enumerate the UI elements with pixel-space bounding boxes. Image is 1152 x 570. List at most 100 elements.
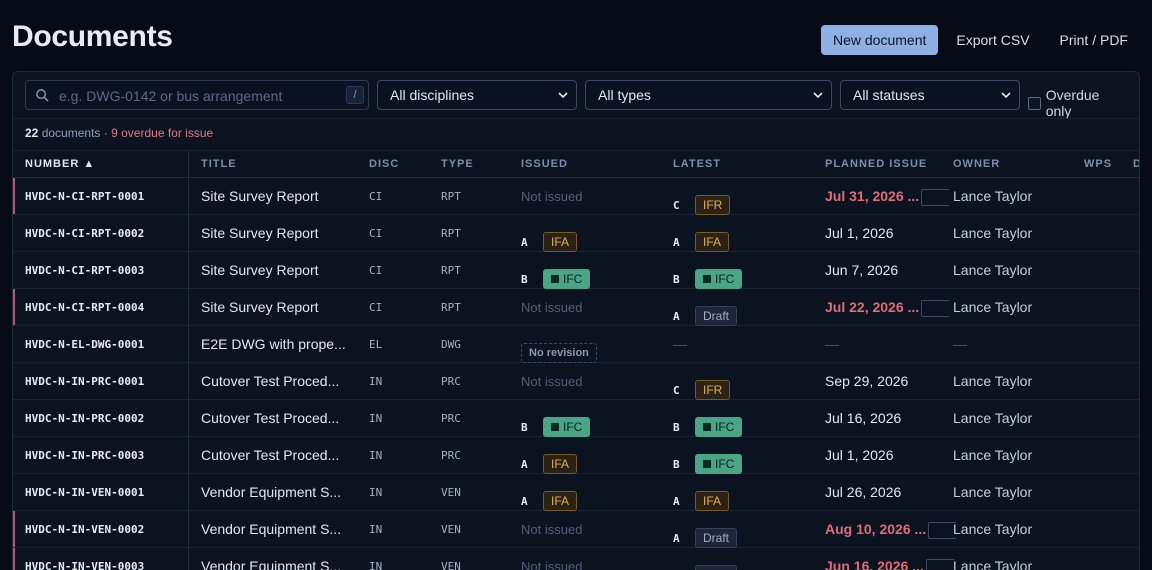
table-row[interactable]: HVDC-N-IN-VEN-0001 Vendor Equipment S...… [13, 474, 1139, 511]
document-title[interactable]: Cutover Test Proced... [201, 410, 339, 426]
issued-status-text: No revision [529, 347, 589, 359]
issued-status-badge: No revision [521, 343, 597, 363]
latest-status-badge: Draft [695, 528, 738, 548]
document-title[interactable]: E2E DWG with prope... [201, 336, 346, 352]
table-row[interactable]: HVDC-N-IN-VEN-0002 Vendor Equipment S...… [13, 511, 1139, 548]
document-owner: Lance Taylor [953, 225, 1033, 241]
table-row[interactable]: HVDC-N-IN-VEN-0003 Vendor Equipment S...… [13, 548, 1139, 570]
latest-revision: A [673, 235, 680, 249]
document-title[interactable]: Vendor Equipment S... [201, 521, 341, 537]
document-title[interactable]: Site Survey Report [201, 262, 319, 278]
table-row[interactable]: HVDC-N-IN-PRC-0001 Cutover Test Proced..… [13, 363, 1139, 400]
chevron-down-icon [558, 92, 568, 99]
latest-status-badge: Draft [695, 306, 738, 326]
chevron-down-icon [1001, 92, 1011, 99]
column-separator [188, 151, 189, 179]
table-row[interactable]: HVDC-N-CI-RPT-0003 Site Survey Report CI… [13, 252, 1139, 289]
latest-revision: B [673, 420, 680, 434]
document-title[interactable]: Site Survey Report [201, 299, 319, 315]
latest-status-text: IFR [703, 383, 723, 397]
document-title[interactable]: Vendor Equipment S... [201, 484, 341, 500]
new-document-button[interactable]: New document [821, 25, 939, 55]
table-header: NUMBER ▲ TITLE DISC TYPE ISSUED LATEST P… [13, 150, 1139, 179]
column-wps[interactable]: WPS [1084, 158, 1112, 170]
column-issued[interactable]: ISSUED [521, 158, 568, 170]
column-separator [188, 474, 189, 510]
table-row[interactable]: HVDC-N-CI-RPT-0004 Site Survey Report CI… [13, 289, 1139, 326]
latest-revision: A [673, 531, 680, 545]
document-number[interactable]: HVDC-N-CI-RPT-0002 [25, 227, 144, 240]
document-number[interactable]: HVDC-N-IN-PRC-0002 [25, 412, 144, 425]
document-discipline: CI [369, 301, 383, 314]
document-table-body: HVDC-N-CI-RPT-0001 Site Survey Report CI… [13, 178, 1139, 570]
document-discipline: IN [369, 449, 383, 462]
overdue-checkbox[interactable] [1028, 96, 1041, 110]
document-type: RPT [441, 301, 461, 314]
latest-status-badge: IFR [695, 195, 731, 215]
column-owner[interactable]: OWNER [953, 158, 1000, 170]
document-title[interactable]: Site Survey Report [201, 225, 319, 241]
document-discipline: CI [369, 264, 383, 277]
planned-issue-text: — [825, 336, 839, 352]
export-csv-button[interactable]: Export CSV [944, 25, 1041, 55]
document-number[interactable]: HVDC-N-IN-PRC-0001 [25, 375, 144, 388]
column-title[interactable]: TITLE [201, 158, 237, 170]
column-d[interactable]: D [1133, 158, 1139, 170]
issued-revision: B [521, 420, 528, 434]
table-row[interactable]: HVDC-N-CI-RPT-0001 Site Survey Report CI… [13, 178, 1139, 215]
document-type: PRC [441, 375, 461, 388]
column-latest[interactable]: LATEST [673, 158, 721, 170]
search-input[interactable]: e.g. DWG-0142 or bus arrangement / [25, 80, 369, 110]
latest-revision: A [673, 494, 680, 508]
document-type: RPT [441, 190, 461, 203]
document-number[interactable]: HVDC-N-EL-DWG-0001 [25, 338, 144, 351]
overdue-count-suffix: overdue for issue [121, 126, 214, 140]
issued-status-badge: IFC [543, 417, 591, 437]
planned-issue-text: Sep 29, 2026 [825, 373, 909, 389]
filter-divider [13, 118, 1139, 119]
document-number[interactable]: HVDC-N-IN-VEN-0002 [25, 523, 144, 536]
column-separator [188, 289, 189, 325]
issued-status-text: IFC [563, 272, 583, 286]
column-number[interactable]: NUMBER ▲ [25, 158, 95, 170]
document-number[interactable]: HVDC-N-CI-RPT-0001 [25, 190, 144, 203]
latest-revision: A [673, 309, 680, 323]
issued-status-badge: IFA [543, 232, 578, 252]
document-number[interactable]: HVDC-N-IN-VEN-0003 [25, 560, 144, 570]
type-select[interactable]: All types [585, 80, 832, 110]
overdue-only-toggle[interactable]: Overdue only [1028, 87, 1127, 119]
print-pdf-button[interactable]: Print / PDF [1048, 25, 1140, 55]
status-select[interactable]: All statuses [840, 80, 1020, 110]
document-number[interactable]: HVDC-N-IN-VEN-0001 [25, 486, 144, 499]
latest-status-badge: IFC [695, 269, 743, 289]
latest-status-text: — [673, 336, 687, 352]
discipline-select[interactable]: All disciplines [377, 80, 577, 110]
document-title[interactable]: Cutover Test Proced... [201, 373, 339, 389]
status-square-icon [551, 275, 559, 283]
planned-date-chip [925, 558, 954, 570]
column-disc[interactable]: DISC [369, 158, 399, 170]
latest-status-text: Draft [703, 309, 730, 323]
document-type: VEN [441, 486, 461, 499]
document-number[interactable]: HVDC-N-CI-RPT-0004 [25, 301, 144, 314]
status-square-icon [703, 275, 711, 283]
column-type[interactable]: TYPE [441, 158, 474, 170]
column-planned-issue[interactable]: PLANNED ISSUE [825, 158, 927, 170]
table-row[interactable]: HVDC-N-IN-PRC-0003 Cutover Test Proced..… [13, 437, 1139, 474]
planned-issue-date: — [825, 336, 839, 352]
issued-status-badge: IFC [543, 269, 591, 289]
document-number[interactable]: HVDC-N-IN-PRC-0003 [25, 449, 144, 462]
document-owner: Lance Taylor [953, 558, 1033, 570]
table-row[interactable]: HVDC-N-IN-PRC-0002 Cutover Test Proced..… [13, 400, 1139, 437]
planned-date-chip [921, 188, 950, 206]
issued-status-text: IFA [551, 457, 570, 471]
table-row[interactable]: HVDC-N-EL-DWG-0001 E2E DWG with prope...… [13, 326, 1139, 363]
document-title[interactable]: Vendor Equipment S... [201, 558, 341, 570]
latest-revision: B [673, 457, 680, 471]
document-number[interactable]: HVDC-N-CI-RPT-0003 [25, 264, 144, 277]
document-title[interactable]: Site Survey Report [201, 188, 319, 204]
document-title[interactable]: Cutover Test Proced... [201, 447, 339, 463]
table-row[interactable]: HVDC-N-CI-RPT-0002 Site Survey Report CI… [13, 215, 1139, 252]
issued-revision: A [521, 235, 528, 249]
planned-issue-date: Jul 26, 2026 [825, 484, 901, 500]
